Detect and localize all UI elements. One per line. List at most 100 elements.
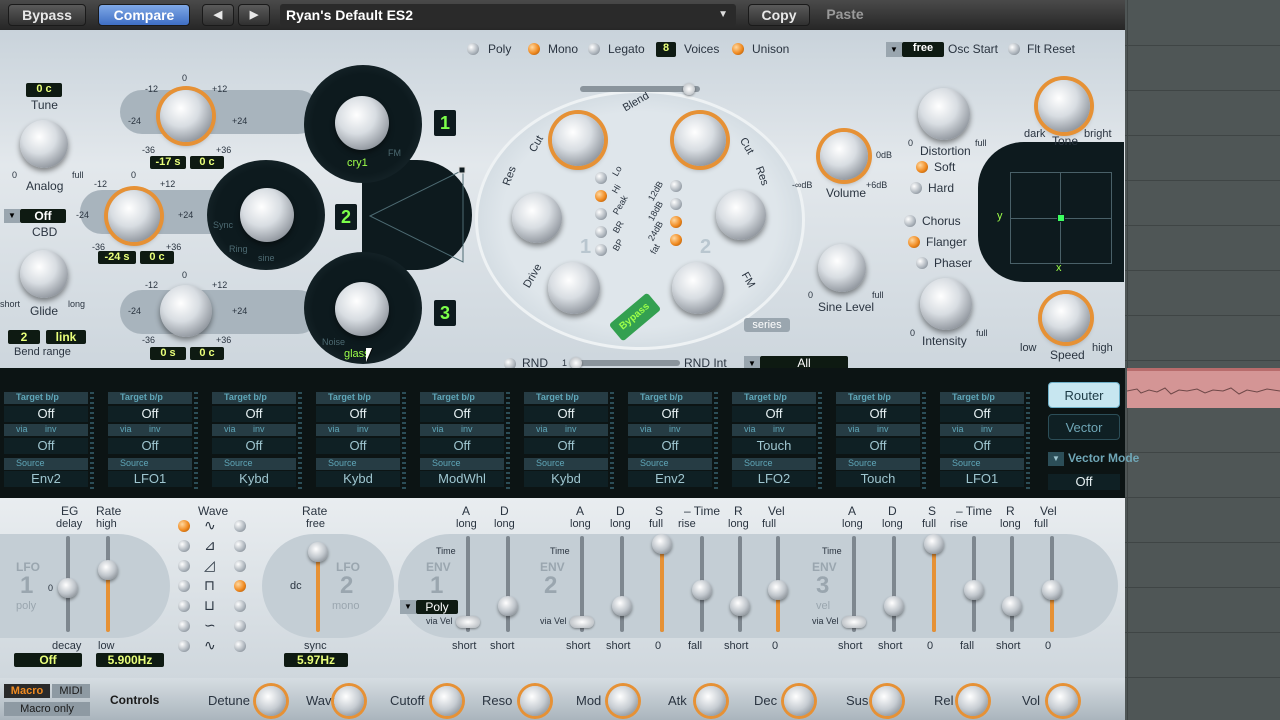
macro-atk-knob[interactable] bbox=[696, 686, 726, 716]
slot-source-value[interactable]: Kybd bbox=[212, 471, 296, 487]
slot-target-value[interactable]: Off bbox=[732, 406, 816, 422]
slot-source-value[interactable]: LFO1 bbox=[108, 471, 192, 487]
env3-velocity-handle[interactable] bbox=[1042, 580, 1062, 600]
filter-24db-led[interactable] bbox=[670, 216, 682, 228]
slot-intensity-slider[interactable] bbox=[610, 392, 614, 492]
macro-reso-knob[interactable] bbox=[520, 686, 550, 716]
lfo1-wave-led[interactable] bbox=[178, 620, 190, 632]
cbd-value[interactable]: Off bbox=[20, 209, 66, 223]
env2-sustain-handle[interactable] bbox=[652, 534, 672, 554]
macro-tab[interactable]: Macro bbox=[4, 684, 50, 698]
filter-fm-knob[interactable] bbox=[672, 262, 724, 314]
slot-intensity-slider[interactable] bbox=[194, 392, 198, 492]
bend-link-value[interactable]: link bbox=[46, 330, 86, 344]
slot-intensity-slider[interactable] bbox=[506, 392, 510, 492]
osc2-on-button[interactable]: 2 bbox=[335, 204, 357, 230]
prev-preset-button[interactable]: ◀ bbox=[202, 4, 234, 26]
macro-sus-knob[interactable] bbox=[872, 686, 902, 716]
filter-series-button[interactable]: series bbox=[744, 318, 790, 332]
slot-via-value[interactable]: Off bbox=[628, 438, 712, 454]
env2-release-fader[interactable] bbox=[738, 536, 742, 632]
env2-attack-handle[interactable] bbox=[570, 616, 594, 628]
osc1-wave-knob[interactable] bbox=[335, 96, 389, 150]
lfo2-rate-handle[interactable] bbox=[308, 542, 328, 562]
volume-knob[interactable] bbox=[820, 132, 868, 180]
filter-18db-led[interactable] bbox=[670, 198, 682, 210]
macro-only-button[interactable]: Macro only bbox=[4, 702, 90, 716]
env1-decay-handle[interactable] bbox=[498, 596, 518, 616]
env3-sustain-handle[interactable] bbox=[924, 534, 944, 554]
filter-drive-knob[interactable] bbox=[548, 262, 600, 314]
slot-source-value[interactable]: ModWhl bbox=[420, 471, 504, 487]
osc-start-menu-arrow[interactable]: ▼ bbox=[886, 42, 902, 57]
env3-decay-fader[interactable] bbox=[892, 536, 896, 632]
osc1-on-button[interactable]: 1 bbox=[434, 110, 456, 136]
hard-led[interactable] bbox=[910, 182, 922, 194]
env3-decay-handle[interactable] bbox=[884, 596, 904, 616]
slot-target-value[interactable]: Off bbox=[940, 406, 1024, 422]
env3-time-handle[interactable] bbox=[964, 580, 984, 600]
lfo1-wave-led[interactable] bbox=[178, 600, 190, 612]
slot-source-value[interactable]: LFO2 bbox=[732, 471, 816, 487]
lfo1-rate-handle[interactable] bbox=[98, 560, 118, 580]
osc3-wave-knob[interactable] bbox=[335, 282, 389, 336]
lfo2-wave-led[interactable] bbox=[234, 640, 246, 652]
slot-intensity-slider[interactable] bbox=[90, 392, 94, 492]
slot-via-value[interactable]: Off bbox=[4, 438, 88, 454]
lfo1-eg-handle[interactable] bbox=[58, 578, 78, 598]
osc2-semitone-value[interactable]: -24 s bbox=[98, 251, 136, 264]
unison-led[interactable] bbox=[732, 43, 744, 55]
slot-via-value[interactable]: Off bbox=[212, 438, 296, 454]
osc3-cent-value[interactable]: 0 c bbox=[190, 347, 224, 360]
distortion-knob[interactable] bbox=[918, 88, 970, 140]
slot-source-value[interactable]: Kybd bbox=[524, 471, 608, 487]
env2-decay-fader[interactable] bbox=[620, 536, 624, 632]
blend-slider[interactable] bbox=[580, 86, 700, 92]
tune-value[interactable]: 0 c bbox=[26, 83, 62, 97]
slot-intensity-slider[interactable] bbox=[298, 392, 302, 492]
rnd-slider[interactable] bbox=[572, 360, 680, 366]
slot-source-value[interactable]: Env2 bbox=[628, 471, 712, 487]
lfo1-wave-led[interactable] bbox=[178, 580, 190, 592]
lfo2-wave-led[interactable] bbox=[234, 600, 246, 612]
slot-source-value[interactable]: Touch bbox=[836, 471, 920, 487]
slot-source-value[interactable]: LFO1 bbox=[940, 471, 1024, 487]
tone-knob[interactable] bbox=[1038, 80, 1090, 132]
paste-button[interactable]: Paste bbox=[814, 4, 876, 26]
bend-range-value[interactable]: 2 bbox=[8, 330, 40, 344]
lfo2-rate-value[interactable]: 5.97Hz bbox=[284, 653, 348, 667]
speed-knob[interactable] bbox=[1042, 294, 1090, 342]
phaser-led[interactable] bbox=[916, 257, 928, 269]
osc-mix-triangle[interactable] bbox=[368, 166, 468, 266]
env1-mode-value[interactable]: Poly bbox=[416, 600, 458, 614]
voices-value[interactable]: 8 bbox=[656, 42, 676, 57]
env2-release-handle[interactable] bbox=[730, 596, 750, 616]
lfo2-rate-fader[interactable] bbox=[316, 552, 320, 632]
slot-target-value[interactable]: Off bbox=[108, 406, 192, 422]
env3-attack-handle[interactable] bbox=[842, 616, 866, 628]
midi-tab[interactable]: MIDI bbox=[52, 684, 90, 698]
sine-level-knob[interactable] bbox=[818, 244, 866, 292]
filter-peak-led[interactable] bbox=[595, 208, 607, 220]
macro-detune-knob[interactable] bbox=[256, 686, 286, 716]
analog-knob[interactable] bbox=[20, 120, 68, 168]
lfo1-eg-value[interactable]: Off bbox=[14, 653, 82, 667]
filter-hi-led[interactable] bbox=[595, 190, 607, 202]
slot-target-value[interactable]: Off bbox=[524, 406, 608, 422]
filter-fat-led[interactable] bbox=[670, 234, 682, 246]
bypass-button[interactable]: Bypass bbox=[8, 4, 86, 26]
slot-via-value[interactable]: Touch bbox=[732, 438, 816, 454]
slot-target-value[interactable]: Off bbox=[212, 406, 296, 422]
filter1-resonance-knob[interactable] bbox=[512, 193, 562, 243]
macro-mod-knob[interactable] bbox=[608, 686, 638, 716]
lfo1-wave-led[interactable] bbox=[178, 640, 190, 652]
env2-velocity-handle[interactable] bbox=[768, 580, 788, 600]
lfo1-rate-value[interactable]: 5.900Hz bbox=[96, 653, 164, 667]
env1-attack-handle[interactable] bbox=[456, 616, 480, 628]
blend-slider-handle[interactable] bbox=[683, 83, 695, 95]
filter2-cutoff-knob[interactable] bbox=[674, 114, 726, 166]
filter-12db-led[interactable] bbox=[670, 180, 682, 192]
slot-target-value[interactable]: Off bbox=[628, 406, 712, 422]
filter2-resonance-knob[interactable] bbox=[716, 190, 766, 240]
slot-target-value[interactable]: Off bbox=[4, 406, 88, 422]
